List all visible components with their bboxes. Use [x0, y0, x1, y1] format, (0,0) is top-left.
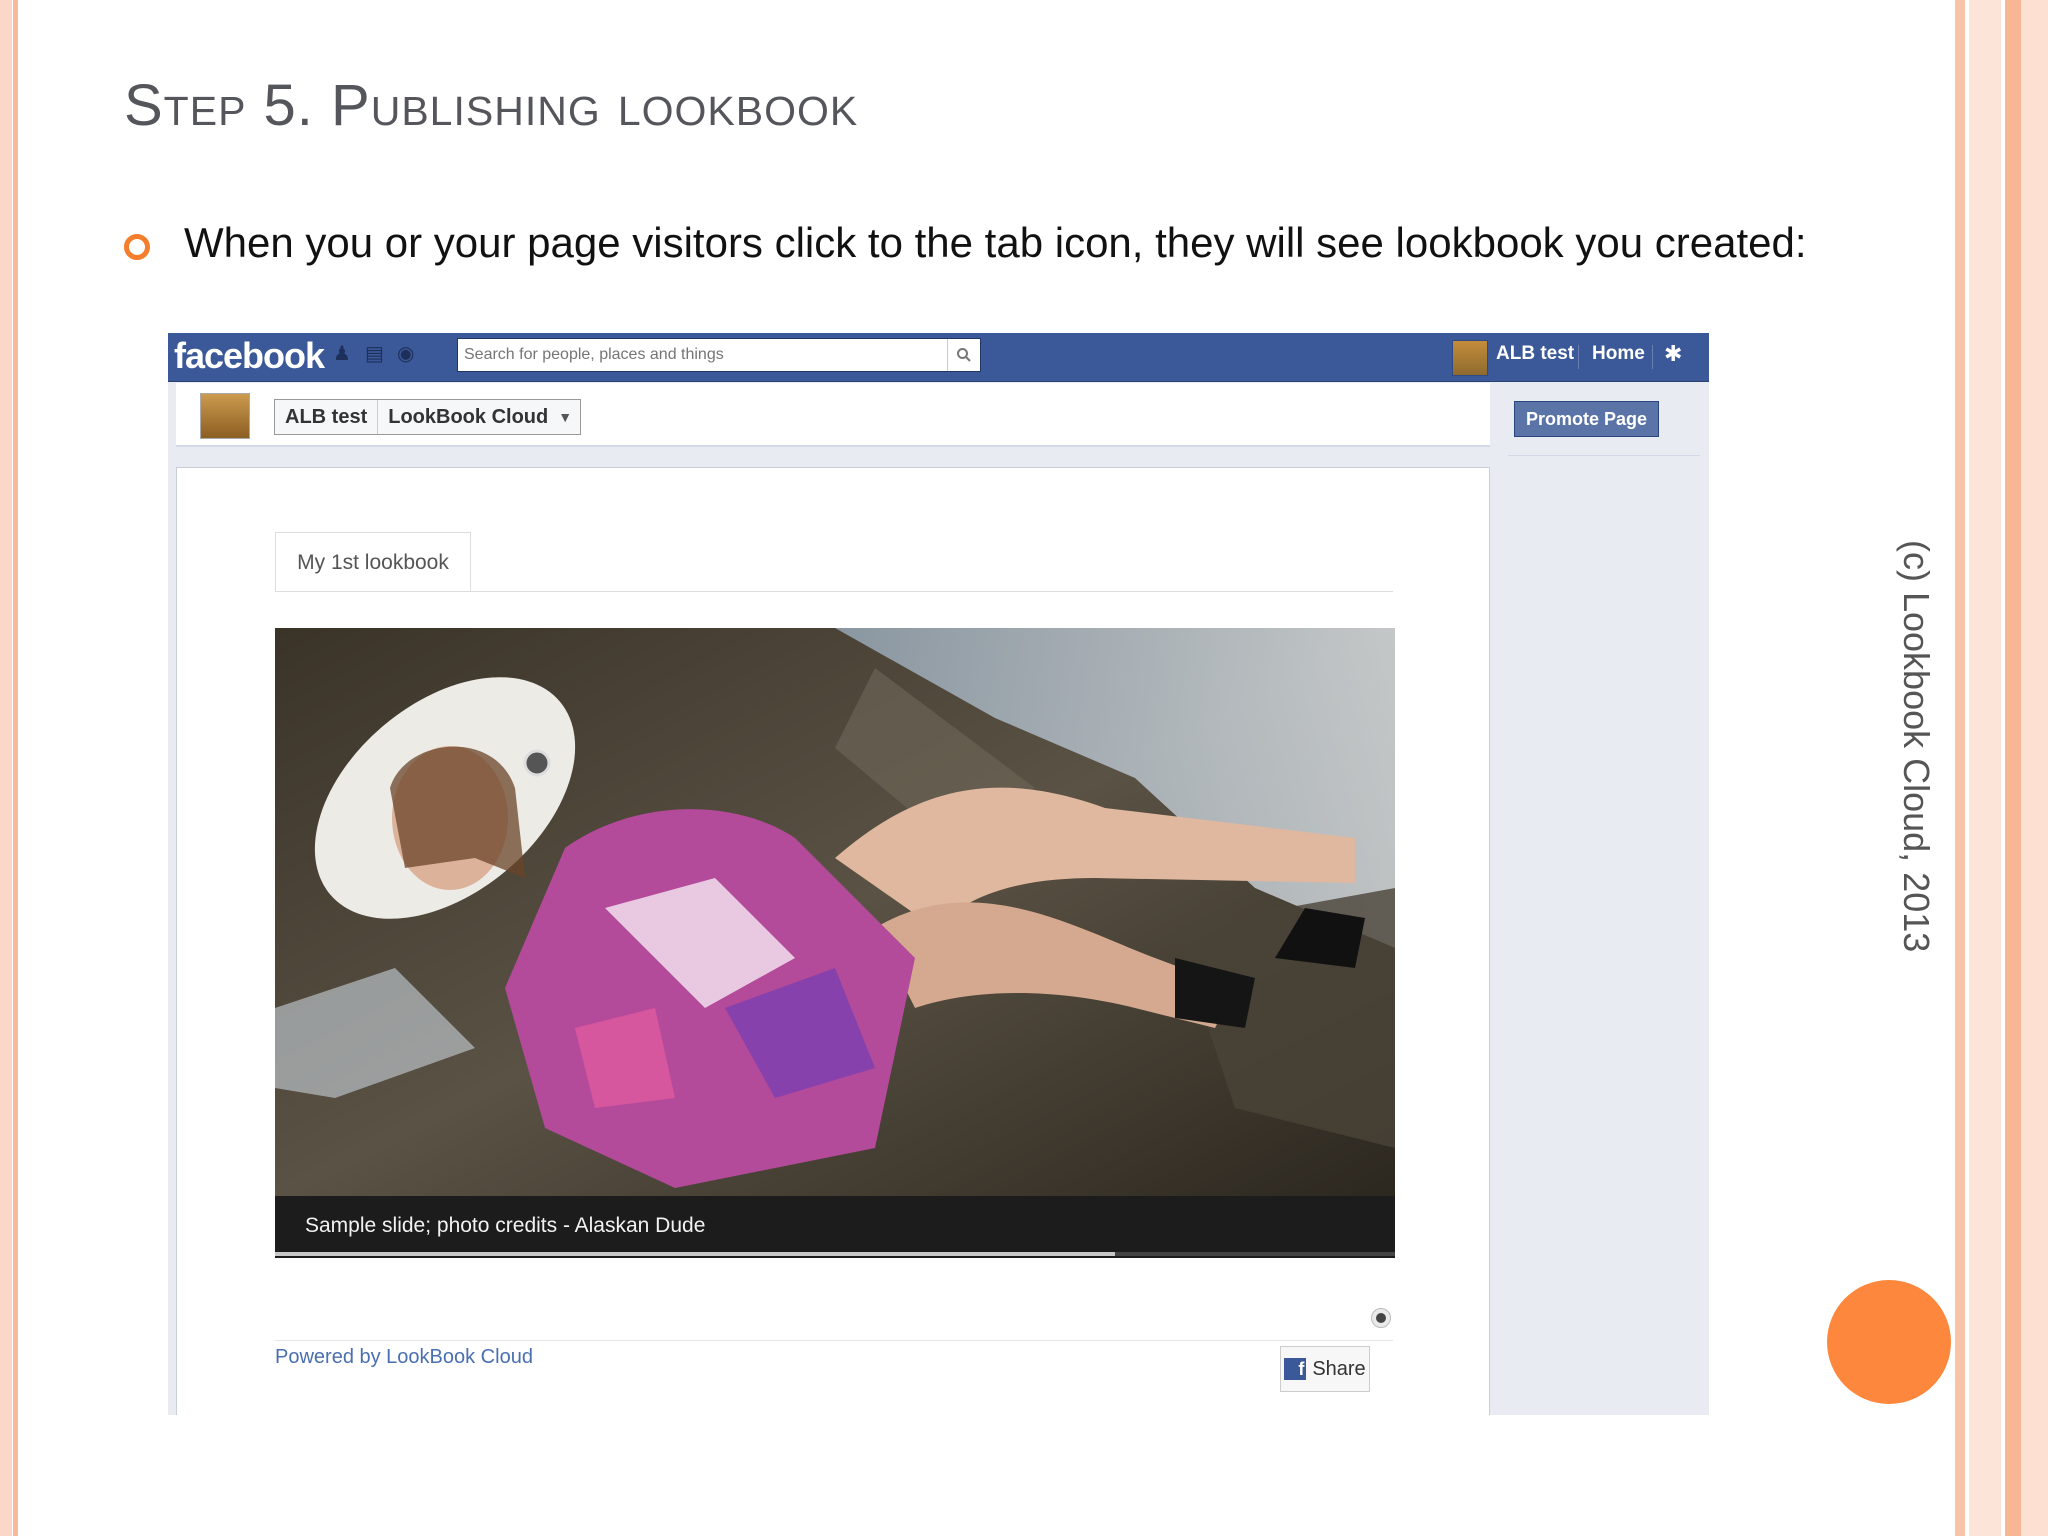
left-decorative-border	[0, 0, 22, 1536]
app-name[interactable]: LookBook Cloud	[378, 406, 558, 429]
slideshow-progress-fill	[275, 1252, 1115, 1256]
facebook-f-icon: f	[1284, 1358, 1307, 1380]
search-box	[457, 338, 981, 372]
search-button[interactable]	[947, 339, 980, 371]
lookbook-content: My 1st lookbook Sample slide; photo cred…	[176, 467, 1490, 1415]
messages-icon[interactable]: ▤	[365, 343, 387, 365]
chevron-down-icon[interactable]: ▼	[558, 409, 580, 425]
footer-divider	[275, 1340, 1393, 1341]
slide-caption-bar: Sample slide; photo credits - Alaskan Du…	[275, 1196, 1395, 1258]
share-button[interactable]: f Share	[1280, 1346, 1370, 1392]
notification-jewels: ♟ ▤ ◉	[333, 343, 419, 365]
lookbook-slideshow[interactable]: Sample slide; photo credits - Alaskan Du…	[275, 628, 1395, 1258]
facebook-top-bar: facebook ♟ ▤ ◉ ALB test Home ✱	[168, 333, 1709, 382]
home-link[interactable]: Home	[1592, 343, 1645, 365]
tab-my-1st-lookbook[interactable]: My 1st lookbook	[275, 532, 471, 592]
powered-by-link[interactable]: Powered by LookBook Cloud	[275, 1346, 533, 1369]
notifications-icon[interactable]: ◉	[397, 343, 419, 365]
gear-icon[interactable]: ✱	[1664, 341, 1682, 367]
nav-divider	[1652, 345, 1653, 369]
promote-page-button[interactable]: Promote Page	[1514, 401, 1659, 437]
page-name[interactable]: ALB test	[275, 406, 377, 429]
copyright-credit: (c) Lookbook Cloud, 2013	[1896, 540, 1937, 953]
page-header: ALB test LookBook Cloud ▼	[176, 383, 1490, 447]
facebook-screenshot: facebook ♟ ▤ ◉ ALB test Home ✱ ALB test …	[168, 333, 1709, 1415]
right-decorative-border	[1955, 0, 2048, 1536]
share-label: Share	[1312, 1357, 1366, 1380]
slide-caption: Sample slide; photo credits - Alaskan Du…	[305, 1214, 706, 1237]
decorative-orange-circle	[1827, 1280, 1951, 1404]
friend-requests-icon[interactable]: ♟	[333, 343, 355, 365]
search-input[interactable]	[458, 339, 960, 371]
tab-underline	[275, 591, 1393, 592]
page-thumbnail[interactable]	[200, 393, 250, 439]
slide-pager-dot[interactable]	[1371, 1308, 1391, 1328]
profile-name-link[interactable]: ALB test	[1496, 343, 1574, 365]
nav-divider	[1578, 345, 1579, 369]
facebook-logo[interactable]: facebook	[174, 335, 325, 377]
page-app-selector[interactable]: ALB test LookBook Cloud ▼	[274, 399, 582, 435]
bullet-text: When you or your page visitors click to …	[184, 219, 1807, 266]
right-column-divider	[1508, 455, 1700, 456]
slideshow-progress	[275, 1252, 1395, 1256]
profile-avatar[interactable]	[1452, 340, 1488, 376]
slide-photo	[275, 628, 1395, 1198]
search-icon	[957, 348, 971, 362]
slide-title: Step 5. Publishing lookbook	[124, 73, 859, 138]
bullet-icon	[124, 234, 150, 260]
